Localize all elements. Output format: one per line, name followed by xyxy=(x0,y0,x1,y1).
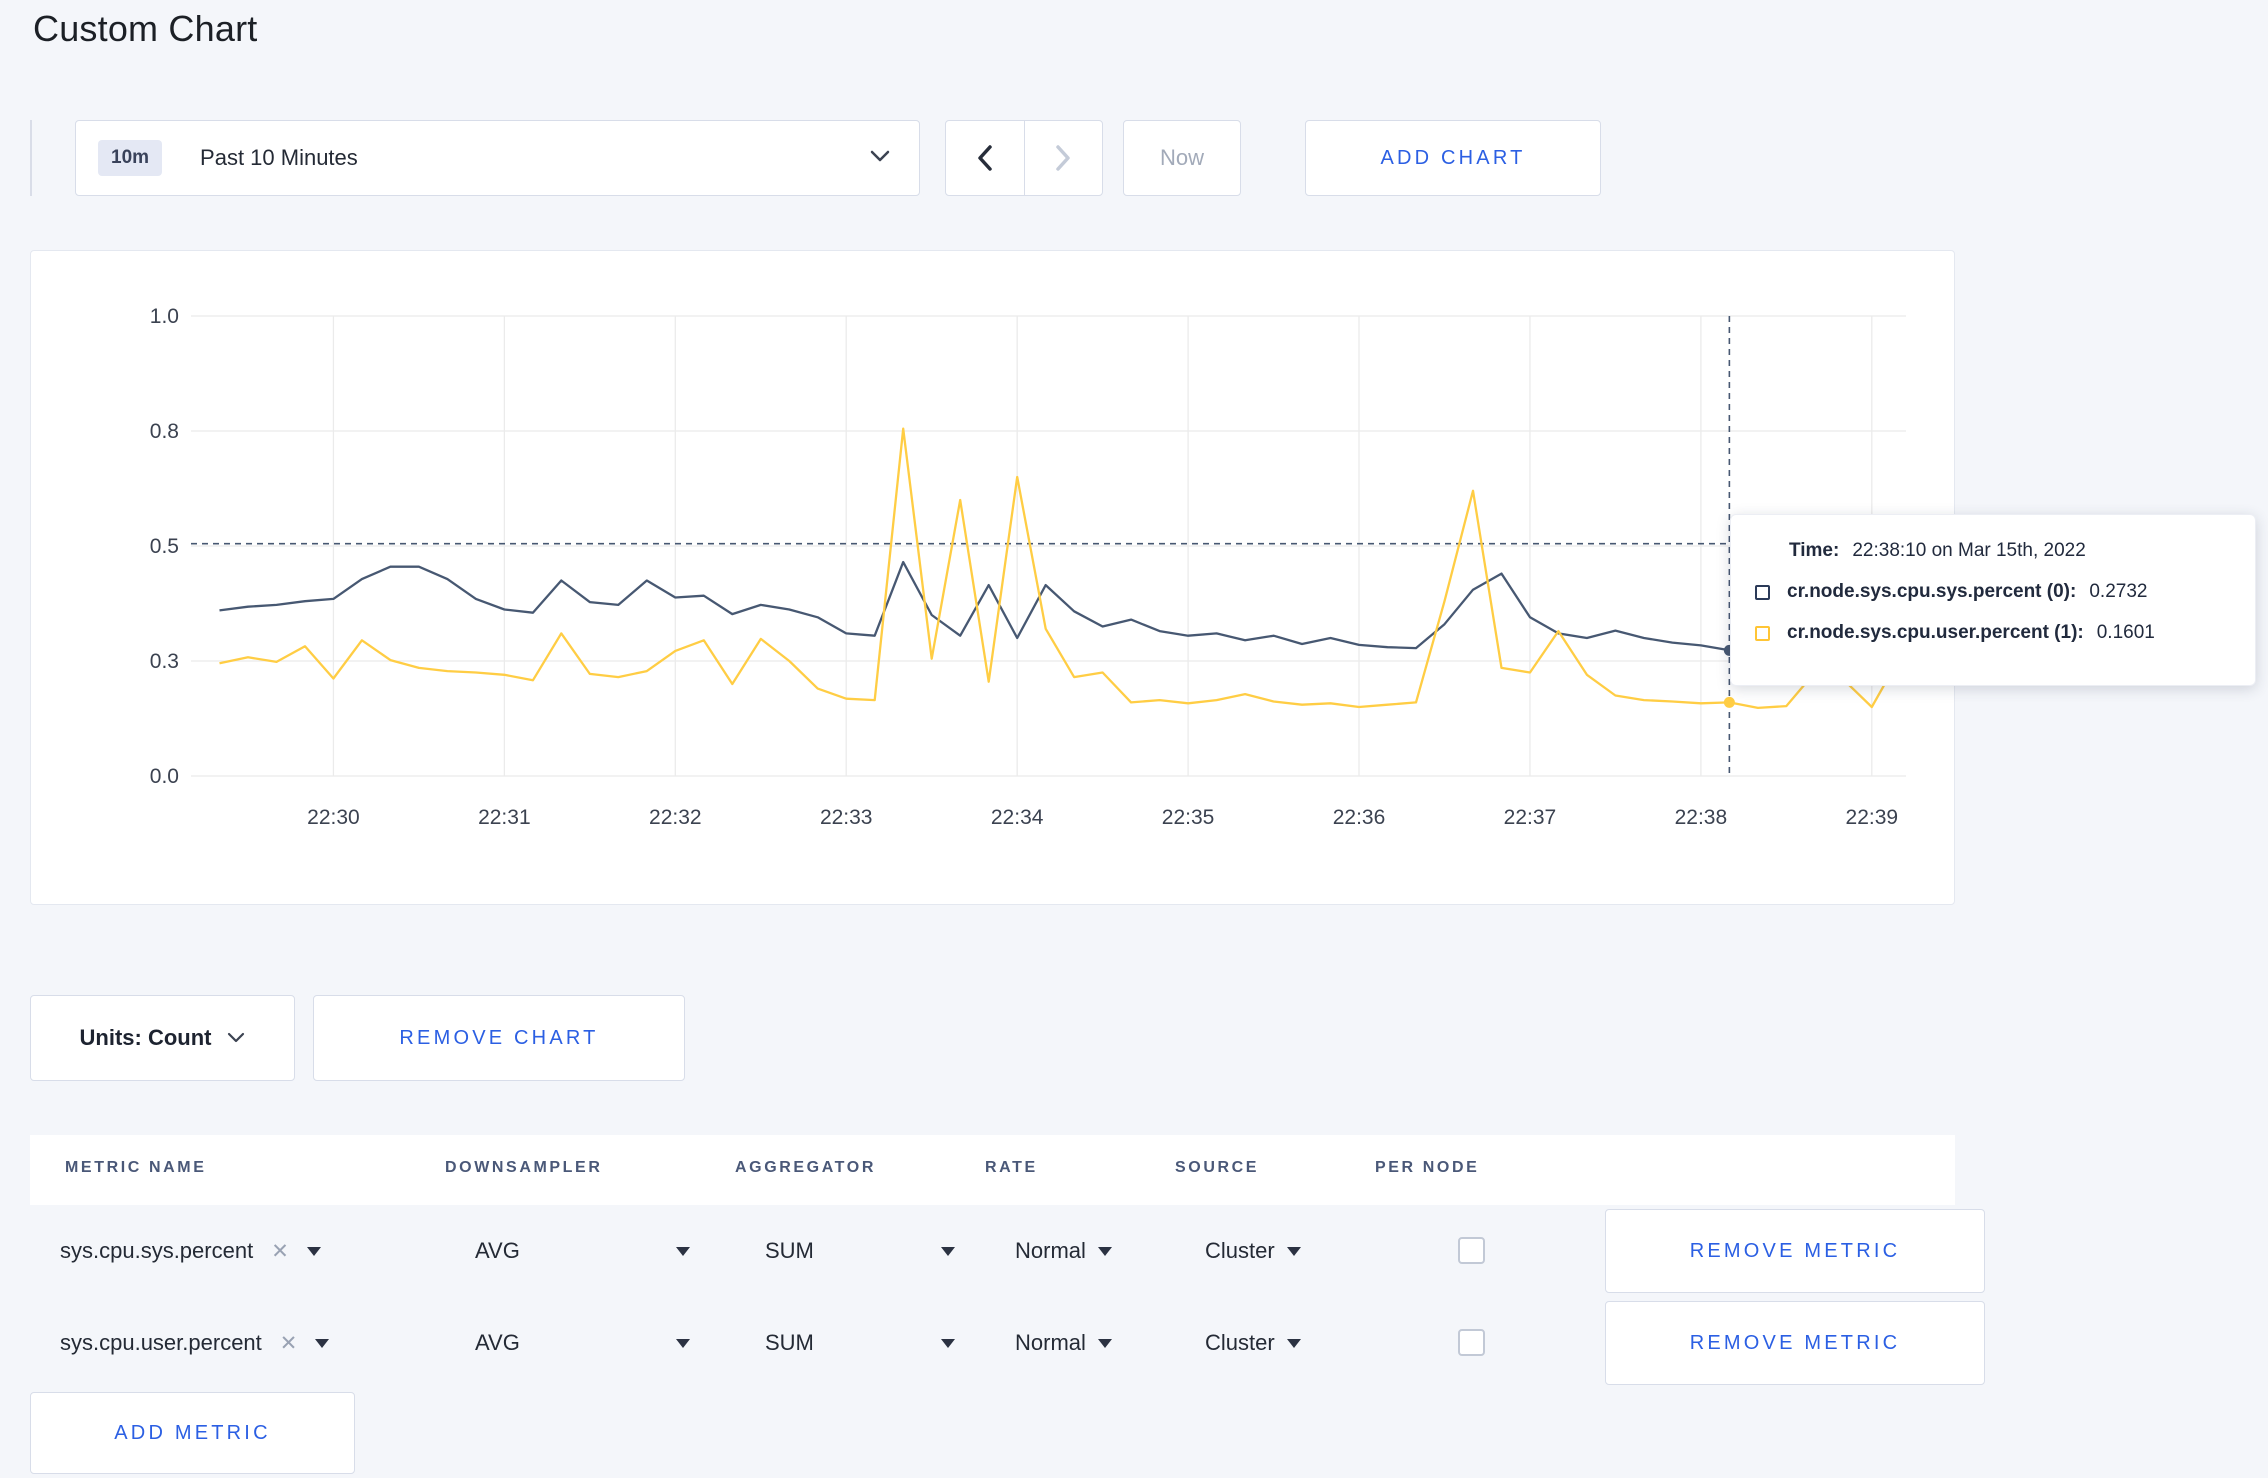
tooltip-time-value: 22:38:10 on Mar 15th, 2022 xyxy=(1852,540,2086,561)
source-value: Cluster xyxy=(1205,1330,1275,1355)
svg-text:0.3: 0.3 xyxy=(150,650,179,673)
units-label: Units: Count xyxy=(79,1025,212,1050)
aggregator-select[interactable]: SUM xyxy=(765,1205,955,1297)
caret-down-icon xyxy=(1286,1338,1301,1348)
chart-tooltip: Time: 22:38:10 on Mar 15th, 2022 cr.node… xyxy=(1730,514,2256,686)
svg-text:22:37: 22:37 xyxy=(1504,806,1557,829)
downsampler-value: AVG xyxy=(475,1330,520,1355)
custom-chart-page: Custom Chart 10m Past 10 Minutes Now ADD… xyxy=(0,0,2268,1478)
downsampler-select[interactable]: AVG xyxy=(475,1297,690,1389)
add-chart-label: ADD CHART xyxy=(1380,146,1526,169)
user-series-marker-icon xyxy=(1755,625,1770,641)
svg-text:22:35: 22:35 xyxy=(1162,806,1215,829)
remove-chart-button[interactable]: REMOVE CHART xyxy=(313,995,685,1081)
downsampler-select[interactable]: AVG xyxy=(475,1205,690,1297)
column-header-rate: RATE xyxy=(985,1159,1038,1176)
toolbar-divider xyxy=(30,120,32,196)
chart-card: 0.0 0.3 0.5 0.8 1.0 22:30 22:31 22:32 22:33 22:34… xyxy=(30,250,1955,905)
clear-metric-icon[interactable]: ✕ xyxy=(280,1331,298,1356)
rate-select[interactable]: Normal xyxy=(1015,1297,1112,1389)
series-line xyxy=(219,427,1902,710)
remove-metric-button[interactable]: REMOVE METRIC xyxy=(1605,1301,1985,1385)
aggregator-value: SUM xyxy=(765,1330,814,1355)
add-chart-button[interactable]: ADD CHART xyxy=(1305,120,1601,196)
prev-time-button[interactable] xyxy=(946,121,1024,195)
downsampler-value: AVG xyxy=(475,1238,520,1263)
svg-text:0.5: 0.5 xyxy=(150,535,179,558)
svg-text:0.8: 0.8 xyxy=(150,420,179,443)
metric-name-value: sys.cpu.user.percent xyxy=(60,1330,262,1355)
caret-down-icon xyxy=(1286,1246,1301,1256)
column-header-downsampler: DOWNSAMPLER xyxy=(445,1159,603,1176)
remove-metric-button[interactable]: REMOVE METRIC xyxy=(1605,1209,1985,1293)
caret-down-icon xyxy=(676,1246,690,1256)
tooltip-user-label: cr.node.sys.cpu.user.percent (1): xyxy=(1787,622,2084,643)
timeseries-chart[interactable]: 0.0 0.3 0.5 0.8 1.0 22:30 22:31 22:32 22:33 22:34… xyxy=(31,251,1953,903)
rate-value: Normal xyxy=(1015,1238,1086,1263)
source-select[interactable]: Cluster xyxy=(1205,1205,1301,1297)
time-range-badge: 10m xyxy=(98,140,163,176)
metrics-table-header: METRIC NAME DOWNSAMPLER AGGREGATOR RATE SOUR… xyxy=(30,1135,1955,1205)
metric-name-value: sys.cpu.sys.percent xyxy=(60,1238,254,1263)
per-node-checkbox[interactable] xyxy=(1458,1329,1485,1356)
hover-point xyxy=(1723,696,1735,708)
svg-text:22:38: 22:38 xyxy=(1675,806,1728,829)
add-metric-label: ADD METRIC xyxy=(114,1421,271,1444)
svg-text:22:32: 22:32 xyxy=(649,806,702,829)
page-title: Custom Chart xyxy=(33,8,258,49)
column-header-source: SOURCE xyxy=(1175,1159,1260,1176)
metric-name-select[interactable]: sys.cpu.sys.percent ✕ xyxy=(60,1205,321,1297)
svg-text:22:39: 22:39 xyxy=(1846,806,1899,829)
rate-value: Normal xyxy=(1015,1330,1086,1355)
source-value: Cluster xyxy=(1205,1238,1275,1263)
chevron-down-icon xyxy=(228,1032,245,1043)
add-metric-button[interactable]: ADD METRIC xyxy=(30,1392,355,1474)
time-range-label: Past 10 Minutes xyxy=(200,145,358,170)
column-header-aggregator: AGGREGATOR xyxy=(735,1159,876,1176)
caret-down-icon xyxy=(941,1246,955,1256)
column-header-per-node: PER NODE xyxy=(1375,1159,1480,1176)
metric-row: sys.cpu.user.percent ✕ AVG SUM Normal Cluster… xyxy=(30,1297,1985,1389)
svg-text:1.0: 1.0 xyxy=(150,305,179,328)
column-header-metric-name: METRIC NAME xyxy=(65,1159,207,1176)
svg-text:22:34: 22:34 xyxy=(991,806,1044,829)
aggregator-value: SUM xyxy=(765,1238,814,1263)
time-pager xyxy=(945,120,1103,196)
tooltip-time-label: Time: xyxy=(1789,540,1840,561)
series-line xyxy=(219,560,1901,652)
remove-metric-label: REMOVE METRIC xyxy=(1689,1239,1901,1262)
caret-down-icon xyxy=(676,1338,690,1348)
next-time-button[interactable] xyxy=(1023,121,1103,195)
per-node-checkbox[interactable] xyxy=(1458,1237,1485,1264)
caret-down-icon xyxy=(306,1246,321,1256)
rate-select[interactable]: Normal xyxy=(1015,1205,1112,1297)
now-button-label: Now xyxy=(1159,145,1204,170)
caret-down-icon xyxy=(1097,1338,1112,1348)
remove-chart-label: REMOVE CHART xyxy=(399,1026,599,1049)
now-button[interactable]: Now xyxy=(1123,120,1241,196)
remove-metric-label: REMOVE METRIC xyxy=(1689,1331,1901,1354)
tooltip-sys-label: cr.node.sys.cpu.sys.percent (0): xyxy=(1787,581,2077,602)
svg-text:22:31: 22:31 xyxy=(478,806,531,829)
source-select[interactable]: Cluster xyxy=(1205,1297,1301,1389)
time-range-select[interactable]: 10m Past 10 Minutes xyxy=(75,120,920,196)
chevron-down-icon xyxy=(869,149,891,168)
svg-text:22:30: 22:30 xyxy=(307,806,360,829)
caret-down-icon xyxy=(315,1338,330,1348)
caret-down-icon xyxy=(1097,1246,1112,1256)
aggregator-select[interactable]: SUM xyxy=(765,1297,955,1389)
clear-metric-icon[interactable]: ✕ xyxy=(271,1239,289,1264)
tooltip-sys-value: 0.2732 xyxy=(2089,581,2148,602)
svg-text:0.0: 0.0 xyxy=(150,765,179,788)
units-select[interactable]: Units: Count xyxy=(30,995,295,1081)
metric-name-select[interactable]: sys.cpu.user.percent ✕ xyxy=(60,1297,330,1389)
metric-row: sys.cpu.sys.percent ✕ AVG SUM Normal Cluster R… xyxy=(30,1205,1985,1297)
tooltip-user-value: 0.1601 xyxy=(2096,622,2155,643)
svg-text:22:33: 22:33 xyxy=(820,806,873,829)
svg-text:22:36: 22:36 xyxy=(1333,806,1386,829)
caret-down-icon xyxy=(941,1338,955,1348)
sys-series-marker-icon xyxy=(1755,584,1770,600)
